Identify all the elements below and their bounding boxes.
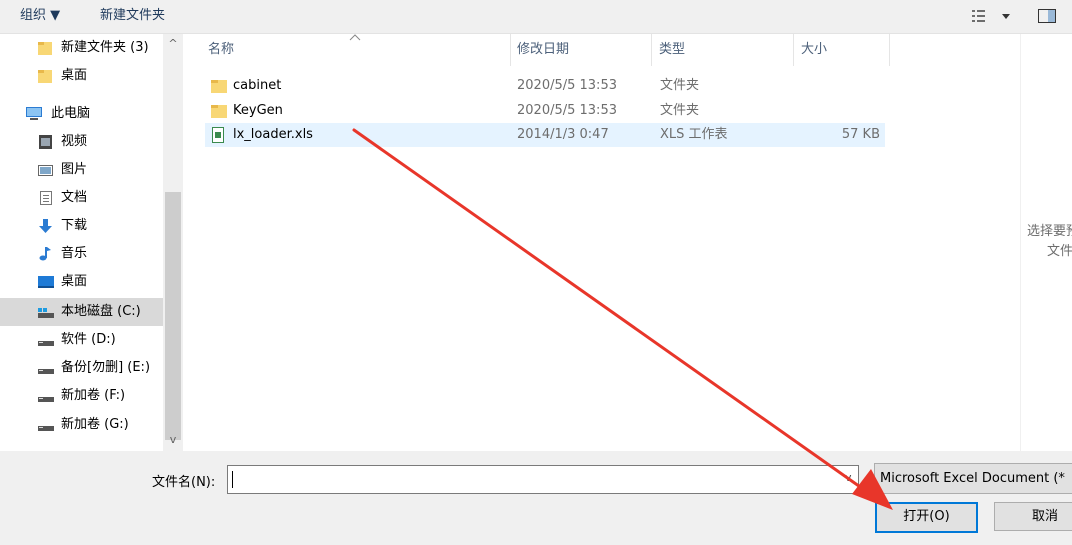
nav-item-desktop[interactable]: 桌面: [0, 268, 163, 296]
nav-item-this-pc[interactable]: 此电脑: [0, 100, 163, 128]
file-size: 57 KB: [841, 127, 880, 142]
organize-button[interactable]: 组织 ▼: [20, 7, 60, 25]
new-folder-button[interactable]: 新建文件夹: [100, 7, 165, 25]
file-type-filter[interactable]: Microsoft Excel Document (*: [874, 463, 1072, 494]
file-row[interactable]: cabinet 2020/5/5 13:53 文件夹: [205, 74, 885, 98]
nav-item-new-folder-3[interactable]: 新建文件夹 (3): [0, 34, 163, 62]
column-header-name[interactable]: 名称: [208, 40, 234, 60]
preview-pane-button[interactable]: [1036, 6, 1058, 26]
nav-item-label: 备份[勿删] (E:): [61, 360, 151, 375]
drive-icon: [38, 308, 54, 318]
nav-item-label: 软件 (D:): [61, 332, 116, 347]
bottom-panel: 文件名(N): v Microsoft Excel Document (* 打开…: [0, 451, 1072, 545]
text-caret: [232, 471, 233, 488]
nav-item-label: 新加卷 (G:): [61, 417, 129, 432]
nav-item-drive-d[interactable]: 软件 (D:): [0, 326, 163, 354]
column-header-size[interactable]: 大小: [801, 40, 827, 60]
nav-item-label: 下载: [61, 218, 88, 233]
nav-item-label: 文档: [61, 190, 88, 205]
file-modified: 2020/5/5 13:53: [517, 103, 617, 118]
file-name: cabinet: [233, 78, 282, 93]
sort-ascending-icon: [349, 34, 361, 41]
column-divider: [510, 34, 511, 66]
nav-item-label: 视频: [61, 134, 88, 149]
scroll-thumb[interactable]: [165, 192, 181, 440]
file-type: XLS 工作表: [660, 127, 728, 142]
download-icon: [39, 219, 52, 233]
folder-icon: [211, 105, 227, 118]
nav-item-label: 本地磁盘 (C:): [61, 304, 141, 319]
view-list-icon: [972, 10, 1010, 22]
nav-item-label: 桌面: [61, 274, 88, 289]
nav-item-desktop-folder[interactable]: 桌面: [0, 62, 163, 90]
filename-dropdown-icon[interactable]: v: [845, 471, 852, 484]
folder-icon: [38, 42, 52, 55]
file-list: 名称 修改日期 类型 大小 cabinet 2020/5/5 13:53 文件夹…: [185, 34, 1020, 451]
nav-item-label: 桌面: [61, 68, 88, 83]
file-row[interactable]: KeyGen 2020/5/5 13:53 文件夹: [205, 99, 885, 123]
nav-item-documents[interactable]: 文档: [0, 184, 163, 212]
document-icon: [40, 191, 52, 205]
column-divider: [651, 34, 652, 66]
file-modified: 2020/5/5 13:53: [517, 78, 617, 93]
nav-item-music[interactable]: 音乐: [0, 240, 163, 268]
file-modified: 2014/1/3 0:47: [517, 127, 609, 142]
drive-icon: [38, 426, 54, 431]
music-icon: [39, 247, 51, 261]
preview-pane: 选择要预 文件: [1020, 34, 1072, 451]
column-header-modified[interactable]: 修改日期: [517, 40, 569, 60]
scroll-up-icon[interactable]: ^: [167, 38, 179, 50]
view-options-button[interactable]: [970, 6, 1015, 26]
nav-item-label: 新建文件夹 (3): [61, 40, 149, 55]
picture-icon: [38, 165, 53, 176]
drive-icon: [38, 369, 54, 374]
navigation-pane: 新建文件夹 (3) 桌面 此电脑 视频 图片 文档 下载 音乐 桌面 本地磁盘 …: [0, 34, 183, 451]
file-type: 文件夹: [660, 103, 700, 118]
nav-item-label: 音乐: [61, 246, 88, 261]
preview-line-2: 文件: [1047, 244, 1072, 259]
cancel-button[interactable]: 取消: [994, 502, 1072, 531]
nav-item-drive-e[interactable]: 备份[勿删] (E:): [0, 354, 163, 382]
nav-scrollbar[interactable]: ^ v: [163, 34, 183, 451]
nav-item-label: 新加卷 (F:): [61, 388, 126, 403]
preview-pane-icon: [1038, 9, 1056, 23]
file-row[interactable]: lx_loader.xls 2014/1/3 0:47 XLS 工作表 57 K…: [205, 123, 885, 147]
column-divider: [889, 34, 890, 66]
preview-message: 选择要预 文件: [1027, 222, 1072, 262]
video-icon: [39, 135, 52, 149]
nav-item-videos[interactable]: 视频: [0, 128, 163, 156]
nav-item-downloads[interactable]: 下载: [0, 212, 163, 240]
nav-item-drive-g[interactable]: 新加卷 (G:): [0, 411, 163, 439]
drive-icon: [38, 397, 54, 402]
excel-file-icon: [212, 127, 224, 143]
file-name: lx_loader.xls: [233, 127, 313, 142]
nav-item-label: 图片: [61, 162, 88, 177]
filename-input[interactable]: [227, 465, 859, 494]
file-type: 文件夹: [660, 78, 700, 93]
open-button[interactable]: 打开(O): [875, 502, 978, 533]
nav-item-pictures[interactable]: 图片: [0, 156, 163, 184]
preview-line-1: 选择要预: [1027, 224, 1072, 239]
file-name: KeyGen: [233, 103, 283, 118]
computer-icon: [26, 107, 42, 120]
desktop-icon: [38, 276, 54, 288]
folder-icon: [38, 70, 52, 83]
folder-icon: [211, 80, 227, 93]
column-divider: [793, 34, 794, 66]
nav-item-label: 此电脑: [51, 106, 91, 121]
nav-item-drive-f[interactable]: 新加卷 (F:): [0, 382, 163, 410]
filename-label: 文件名(N):: [152, 475, 216, 490]
toolbar: 组织 ▼ 新建文件夹: [0, 0, 1072, 34]
scroll-down-icon[interactable]: v: [167, 434, 179, 446]
drive-icon: [38, 341, 54, 346]
column-header-type[interactable]: 类型: [659, 40, 685, 60]
nav-item-drive-c[interactable]: 本地磁盘 (C:): [0, 298, 163, 326]
